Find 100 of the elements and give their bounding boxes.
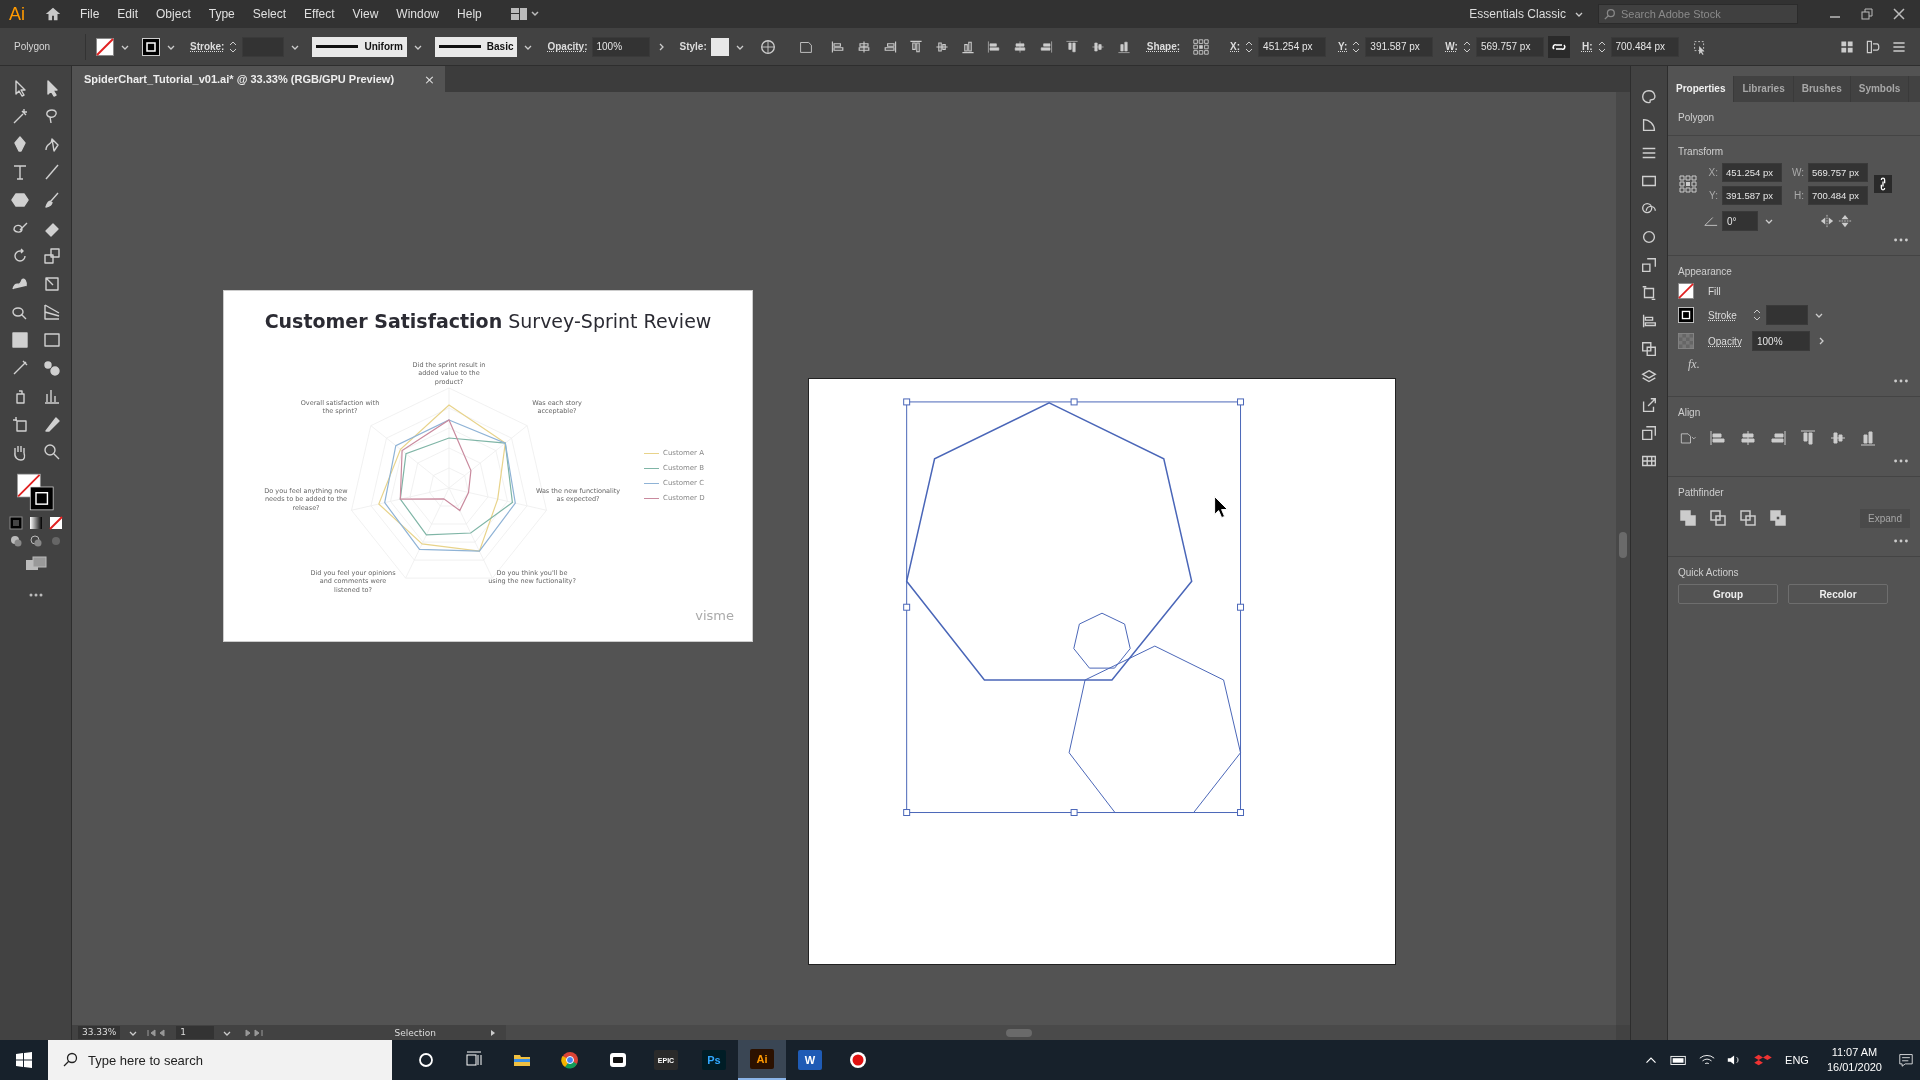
battery-icon[interactable] — [1670, 1053, 1689, 1067]
align-center-icon[interactable] — [1738, 428, 1758, 448]
intersect-icon[interactable] — [1738, 508, 1758, 528]
none-mode-icon[interactable] — [48, 516, 63, 530]
horizontal-scrollbar-thumb[interactable] — [1006, 1029, 1033, 1037]
exclude-icon[interactable] — [1768, 508, 1788, 528]
link-icon[interactable] — [1547, 35, 1570, 58]
stroke-swatch[interactable] — [1678, 307, 1694, 323]
gradient-mode-icon[interactable] — [28, 516, 43, 530]
stroke-label[interactable]: Stroke: — [190, 41, 225, 52]
workspace-switcher[interactable]: Essentials Classic — [1457, 7, 1570, 21]
quick-action-button[interactable]: Group — [1678, 584, 1778, 604]
more-options-icon[interactable] — [1892, 237, 1910, 243]
panel-tab[interactable]: Brushes — [1793, 76, 1851, 102]
opacity-checker-icon[interactable] — [1678, 333, 1694, 349]
link-icon[interactable] — [1874, 173, 1892, 195]
align-right-icon[interactable] — [1768, 428, 1788, 448]
medium-heptagon[interactable] — [1068, 645, 1242, 813]
y-label[interactable]: Y: — [1338, 41, 1348, 52]
stroke-label[interactable]: Stroke — [1708, 309, 1748, 321]
recolor-icon[interactable] — [758, 37, 777, 56]
graphic-styles-icon[interactable] — [1640, 256, 1658, 274]
w-field[interactable]: 569.757 px — [1808, 163, 1868, 182]
more-options-icon[interactable] — [1892, 538, 1910, 544]
menu-item[interactable]: Effect — [296, 7, 343, 21]
pathfinder-panel-icon[interactable] — [1640, 340, 1658, 358]
quick-action-button[interactable]: Recolor — [1788, 584, 1888, 604]
appearance-icon[interactable] — [1640, 228, 1658, 246]
effects-button[interactable]: fx. — [1688, 357, 1700, 372]
draw-behind-icon[interactable] — [28, 534, 43, 548]
more-options-icon[interactable] — [1892, 458, 1910, 464]
color-mode-icon[interactable] — [8, 516, 23, 530]
menu-item[interactable]: Help — [449, 7, 490, 21]
stroke-swatch[interactable] — [142, 37, 160, 56]
h-field[interactable]: 700.484 px — [1610, 36, 1679, 57]
stroke-profile-dropdown[interactable]: Uniform — [312, 36, 407, 57]
opacity-field[interactable]: 100% — [591, 36, 650, 57]
align-left-icon[interactable] — [1708, 428, 1728, 448]
x-field[interactable]: 451.254 px — [1258, 36, 1327, 57]
home-icon[interactable] — [44, 5, 62, 23]
opacity-label[interactable]: Opacity: — [547, 41, 588, 52]
clock-date[interactable]: 16/01/2020 — [1826, 1060, 1882, 1075]
panel-tab[interactable]: Symbols — [1850, 76, 1910, 102]
wifi-icon[interactable] — [1698, 1053, 1717, 1067]
grid-icon[interactable] — [1839, 38, 1855, 55]
opacity-field[interactable]: 100% — [1752, 331, 1810, 351]
align-top-icon[interactable] — [907, 38, 924, 55]
dropbox-icon[interactable] — [1754, 1053, 1773, 1067]
align-bottom-icon[interactable] — [1858, 428, 1878, 448]
graphic-style-swatch[interactable] — [710, 37, 729, 56]
w-field[interactable]: 569.757 px — [1475, 36, 1544, 57]
clock-time[interactable]: 11:07 AM — [1831, 1045, 1878, 1060]
color-guide-icon[interactable] — [1640, 116, 1658, 134]
menu-item[interactable]: Type — [200, 7, 243, 21]
brush-dropdown[interactable]: Basic — [434, 36, 518, 57]
x-label[interactable]: X: — [1230, 41, 1241, 52]
taskbar-app[interactable]: W — [786, 1040, 834, 1080]
distribute-icon[interactable] — [985, 38, 1002, 55]
align-panel-icon[interactable] — [1640, 312, 1658, 330]
close-icon[interactable] — [1893, 8, 1905, 20]
stroke-weight-field[interactable] — [1766, 305, 1808, 325]
menu-item[interactable]: Edit — [109, 7, 147, 21]
large-heptagon[interactable] — [905, 402, 1193, 681]
input-language[interactable]: ENG — [1777, 1054, 1817, 1066]
fill-none-swatch[interactable] — [1678, 283, 1694, 299]
h-label[interactable]: H: — [1581, 41, 1593, 52]
transform-icon[interactable] — [1640, 284, 1658, 302]
artboards-icon[interactable] — [1640, 424, 1658, 442]
taskbar-app[interactable]: Ps — [690, 1040, 738, 1080]
h-field[interactable]: 700.484 px — [1808, 186, 1868, 205]
reference-point-icon[interactable] — [1192, 37, 1211, 56]
menu-item[interactable]: Object — [148, 7, 199, 21]
align-top-icon[interactable] — [1798, 428, 1818, 448]
menu-item[interactable]: Select — [244, 7, 295, 21]
palette-icon[interactable] — [1640, 88, 1658, 106]
panel-tab[interactable]: Properties — [1668, 76, 1735, 102]
vertical-scrollbar-thumb[interactable] — [1619, 532, 1627, 558]
artboard-number-field[interactable]: 1 — [176, 1026, 215, 1039]
panel-tab[interactable]: Libraries — [1734, 76, 1794, 102]
rotation-angle-field[interactable]: 0° — [1722, 211, 1758, 231]
restore-icon[interactable] — [1861, 8, 1873, 20]
stock-search-field[interactable]: Search Adobe Stock — [1598, 4, 1798, 24]
taskbar-app[interactable]: Ai — [738, 1040, 786, 1080]
flip-vertical-icon[interactable] — [1838, 214, 1852, 228]
w-label[interactable]: W: — [1445, 41, 1458, 52]
more-options-icon[interactable] — [1892, 378, 1910, 384]
x-field[interactable]: 451.254 px — [1722, 163, 1782, 182]
shape-label[interactable]: Shape: — [1146, 41, 1181, 52]
draw-normal-icon[interactable] — [8, 534, 23, 548]
reference-point-icon[interactable] — [1678, 174, 1698, 194]
fill-stroke-swatches-icon[interactable] — [15, 472, 56, 512]
flip-horizontal-icon[interactable] — [1820, 214, 1834, 228]
opacity-label[interactable]: Opacity — [1708, 335, 1748, 347]
close-tab-button[interactable]: × — [424, 71, 435, 87]
notifications-icon[interactable] — [1897, 1053, 1915, 1067]
document-tab[interactable]: SpiderChart_Tutorial_v01.ai* @ 33.33% (RGB/GPU Preview) × — [72, 66, 445, 92]
arrange-documents-icon[interactable] — [509, 6, 540, 22]
menu-item[interactable]: File — [72, 7, 108, 21]
distribute-icon[interactable] — [1063, 38, 1080, 55]
export-icon[interactable] — [1640, 396, 1658, 414]
